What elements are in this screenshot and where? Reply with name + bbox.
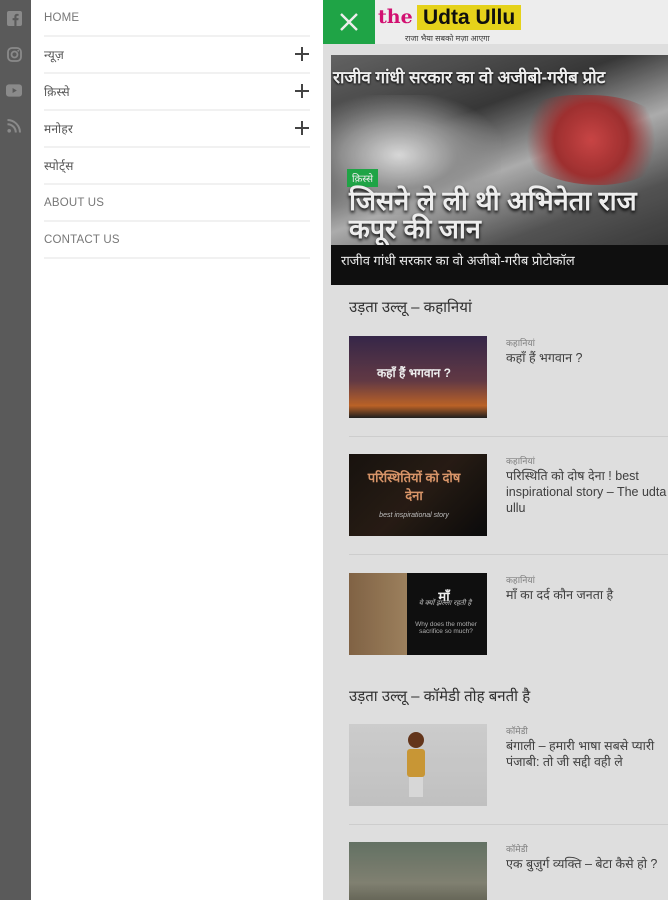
expand-plus-icon[interactable]: [294, 83, 310, 99]
site-logo[interactable]: the Udta Ullu राजा भैया सबको मज़ा आएगा: [378, 3, 578, 43]
hero-banner[interactable]: राजीव गांधी सरकार का वो अजीबो-गरीब प्रोट…: [331, 55, 668, 285]
menu-item[interactable]: स्पोर्ट्स: [44, 148, 310, 185]
thumb-text: कहाँ हैं भगवान ?: [376, 366, 452, 380]
menu-item-label: मनोहर: [44, 122, 74, 136]
article-thumbnail[interactable]: परिस्थितियों को दोष देना best inspiration…: [349, 454, 487, 536]
hero-top-line: राजीव गांधी सरकार का वो अजीबो-गरीब प्रोट: [333, 68, 606, 87]
article-category[interactable]: कॉमेडी: [506, 842, 528, 855]
hero-headline[interactable]: जिसने ले ली थी अभिनेता राज कपूर की जान: [349, 187, 668, 243]
instagram-icon[interactable]: [6, 46, 22, 62]
article-card[interactable]: परिस्थितियों को दोष देना best inspiration…: [349, 454, 668, 555]
logo-the: the: [378, 6, 413, 28]
close-icon: [340, 13, 358, 31]
article-title[interactable]: परिस्थिति को दोष देना ! best inspiration…: [506, 468, 668, 516]
section-title: उड़ता उल्लू – कहानियां: [349, 299, 472, 316]
rss-icon[interactable]: [6, 118, 22, 134]
menu-item-label: स्पोर्ट्स: [44, 159, 74, 173]
menu-item-label: HOME: [44, 11, 80, 24]
article-card[interactable]: कॉमेडी बंगाली – हमारी भाषा सबसे प्यारी पं…: [349, 724, 668, 825]
article-card[interactable]: कॉमेडी एक बुज़ुर्ग व्यक्ति – बेटा कैसे हो…: [349, 842, 668, 900]
expand-plus-icon[interactable]: [294, 120, 310, 136]
menu-item-label: ABOUT US: [44, 196, 105, 209]
facebook-icon[interactable]: [6, 10, 22, 26]
logo-name: Udta Ullu: [417, 5, 522, 30]
article-thumbnail[interactable]: कहाँ हैं भगवान ?: [349, 336, 487, 418]
menu-item[interactable]: क़िस्से: [44, 74, 310, 111]
article-thumbnail[interactable]: [349, 724, 487, 806]
menu-item[interactable]: HOME: [44, 0, 310, 37]
social-rail: [0, 0, 31, 900]
article-category[interactable]: कहानियां: [506, 573, 535, 586]
hero-caption: राजीव गांधी सरकार का वो अजीबो-गरीब प्रोट…: [331, 245, 668, 285]
article-title[interactable]: एक बुज़ुर्ग व्यक्ति – बेटा कैसे हो ?: [506, 856, 668, 872]
article-card[interactable]: कहाँ हैं भगवान ? कहानियां कहाँ हैं भगवान ?: [349, 336, 668, 437]
expand-plus-icon[interactable]: [294, 46, 310, 62]
article-card[interactable]: माँ ये क्यों झल्ला रहती है Why does the mo…: [349, 573, 668, 673]
youtube-icon[interactable]: [6, 82, 22, 98]
hero-category-badge[interactable]: क़िस्से: [347, 169, 379, 187]
card-divider: [349, 554, 668, 555]
article-thumbnail[interactable]: माँ ये क्यों झल्ला रहती है Why does the mo…: [349, 573, 487, 655]
article-title[interactable]: माँ का दर्द कौन जनता है: [506, 587, 668, 603]
article-category[interactable]: कहानियां: [506, 336, 535, 349]
thumb-subtext-2: Why does the mother sacrifice so much?: [415, 621, 477, 635]
side-menu: HOME न्यूज़ क़िस्से मनोहर स्पोर्ट्स ABOUT US C…: [31, 0, 323, 900]
card-divider: [349, 824, 668, 825]
menu-item[interactable]: CONTACT US: [44, 222, 310, 259]
close-menu-button[interactable]: [323, 0, 375, 44]
article-category[interactable]: कॉमेडी: [506, 724, 528, 737]
thumb-text: परिस्थितियों को दोष देना: [367, 470, 461, 503]
article-category[interactable]: कहानियां: [506, 454, 535, 467]
article-thumbnail[interactable]: [349, 842, 487, 900]
menu-item-label: CONTACT US: [44, 233, 120, 246]
page-content: the Udta Ullu राजा भैया सबको मज़ा आएगा र…: [323, 0, 668, 900]
article-title[interactable]: बंगाली – हमारी भाषा सबसे प्यारी पंजाबी: …: [506, 738, 668, 770]
menu-item[interactable]: मनोहर: [44, 111, 310, 148]
section-title: उड़ता उल्लू – कॉमेडी तोह बनती है: [349, 688, 531, 705]
card-divider: [349, 436, 668, 437]
article-title[interactable]: कहाँ हैं भगवान ?: [506, 350, 668, 366]
thumb-subtext: ये क्यों झल्ला रहती है: [418, 600, 472, 607]
logo-tagline: राजा भैया सबको मज़ा आएगा: [405, 34, 490, 43]
menu-item-label: क़िस्से: [44, 85, 70, 99]
thumb-subtext: best inspirational story: [379, 512, 449, 519]
header-bar: the Udta Ullu राजा भैया सबको मज़ा आएगा: [323, 0, 668, 44]
menu-item[interactable]: ABOUT US: [44, 185, 310, 222]
menu-item-label: न्यूज़: [44, 48, 65, 62]
menu-item[interactable]: न्यूज़: [44, 37, 310, 74]
